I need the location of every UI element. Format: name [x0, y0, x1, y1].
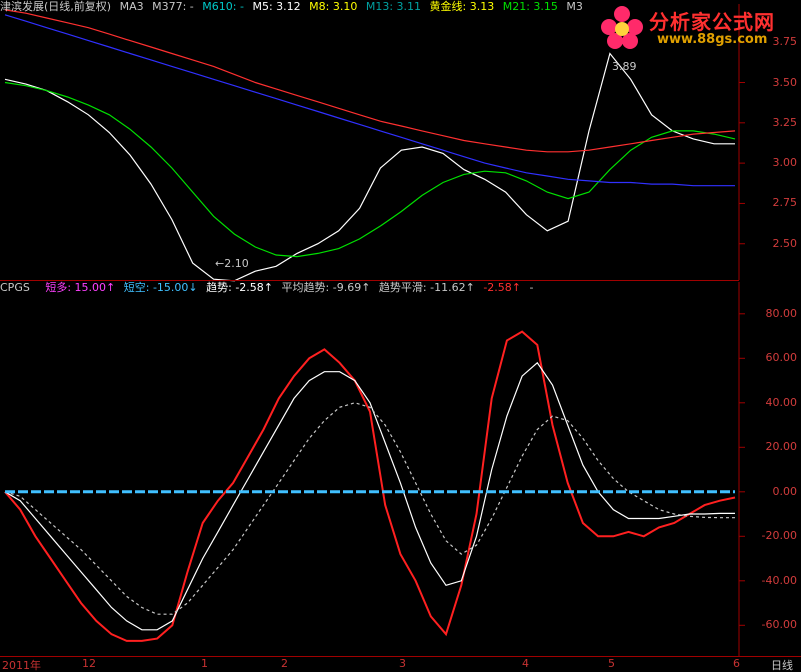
ma-item: M5: 3.12 [252, 0, 301, 13]
ma-item: M610: - [202, 0, 244, 13]
series-line-M21 [4, 81, 736, 258]
x-tick-label: 2 [281, 657, 288, 670]
y-tick-label: 20.00 [765, 440, 798, 454]
low-price-label: ←2.10 [215, 257, 249, 270]
flower-logo-icon [601, 6, 643, 49]
ind-item: 趋势平滑: -11.62↑ [378, 281, 475, 294]
ma-item: M377: - [152, 0, 194, 13]
y-tick-label: 3.50 [772, 75, 798, 89]
indicator-name: CPGS [0, 281, 30, 294]
x-tick-label: 2011年 [2, 659, 41, 672]
y-tick-label: 3.00 [772, 156, 798, 170]
period-label: 日线 [771, 659, 793, 672]
y-tick-label: 3.25 [772, 115, 798, 129]
y-tick-label: 2.50 [772, 236, 798, 250]
y-tick-label: -60.00 [761, 618, 797, 632]
series-line-趋势平滑 [4, 402, 735, 615]
series-line-平均趋势 [4, 361, 735, 631]
ma-item: M21: 3.15 [502, 0, 558, 13]
y-tick-label: 80.00 [765, 306, 798, 320]
x-tick-label: 3 [399, 657, 406, 670]
x-tick-label: 1 [201, 657, 208, 670]
series-line-MA3 [4, 52, 735, 282]
x-tick-label: 5 [608, 657, 615, 670]
x-tick-label: 4 [522, 657, 529, 670]
indicator-pane-header: CPGS 短多: 15.00↑ 短空: -15.00↓ 趋势: -2.58↑ 平… [0, 281, 538, 295]
y-tick-label: -40.00 [761, 573, 797, 587]
ma-item: M13: 3.11 [365, 0, 422, 13]
chart-stage: 津滨发展(日线,前复权) MA3 M377: - M610: - M5: 3.1… [0, 0, 801, 672]
price-pane-header: 津滨发展(日线,前复权) MA3 M377: - M610: - M5: 3.1… [0, 0, 588, 14]
y-tick-label: -20.00 [761, 529, 797, 543]
ma-item: MA3 [119, 0, 144, 13]
watermark-logo: 分析家公式网 www.88gs.com [597, 2, 797, 54]
y-tick-label: 40.00 [765, 395, 798, 409]
y-tick-label: 60.00 [765, 351, 798, 365]
ma-item: 黄金线: 3.13 [429, 0, 495, 13]
y-tick-label: 2.75 [772, 196, 798, 210]
ind-item: 平均趋势: -9.69↑ [281, 281, 371, 294]
y-tick-label: 3.75 [772, 35, 798, 49]
ma-item: M3 [566, 0, 583, 13]
chart-canvas [4, 4, 745, 656]
ind-item: -2.58↑ [483, 281, 521, 294]
high-price-label: 3.89 [612, 60, 637, 73]
ma-item: M8: 3.10 [309, 0, 358, 13]
y-tick-label: 0.00 [772, 484, 798, 498]
x-tick-label: 6 [733, 657, 740, 670]
ind-item: 短多: 15.00↑ [45, 281, 116, 294]
series-line-趋势 [4, 330, 736, 642]
ind-item: - [529, 281, 534, 294]
watermark-title: 分析家公式网 [649, 10, 775, 34]
ind-item: 趋势: -2.58↑ [206, 281, 274, 294]
x-tick-label: 12 [82, 657, 96, 670]
stock-title: 津滨发展(日线,前复权) [0, 0, 112, 13]
watermark-url: www.88gs.com [657, 32, 768, 47]
ind-item: 短空: -15.00↓ [123, 281, 198, 294]
